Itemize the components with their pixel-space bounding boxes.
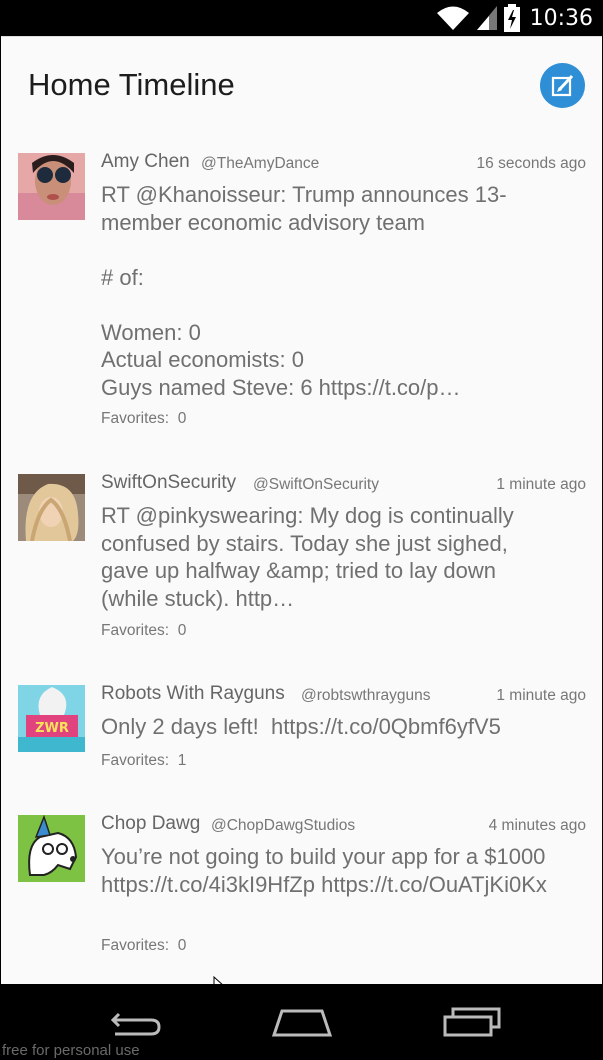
tweet-item[interactable]: SwiftOnSecurity @SwiftOnSecurity 1 minut… <box>1 472 602 652</box>
tweet-text: RT @pinkyswearing: My dog is continually… <box>101 503 520 611</box>
tweet-author-handle[interactable]: @SwiftOnSecurity <box>253 476 379 494</box>
tweet-author-name[interactable]: SwiftOnSecurity <box>101 472 236 494</box>
tweet-timestamp: 16 seconds ago <box>476 155 586 172</box>
recents-icon <box>443 1007 501 1037</box>
status-time: 10:36 <box>529 5 593 31</box>
tweet-timestamp: 1 minute ago <box>496 687 586 704</box>
tweet-favorites: Favorites: 0 <box>101 410 186 428</box>
app-bar: Home Timeline <box>1 37 602 137</box>
nav-back-button[interactable] <box>100 1002 170 1042</box>
back-icon <box>110 1012 161 1036</box>
battery-charging-icon <box>503 4 520 32</box>
nav-recents-button[interactable] <box>436 1002 506 1042</box>
compose-icon <box>551 74 573 96</box>
tweet-item[interactable]: Chop Dawg @ChopDawgStudios 4 minutes ago… <box>1 813 602 973</box>
tweet-header: Amy Chen @TheAmyDance 16 seconds ago <box>101 151 586 177</box>
tweet-item[interactable]: Amy Chen @TheAmyDance 16 seconds ago RT … <box>1 151 602 451</box>
favorites-count: 0 <box>177 937 187 954</box>
favorites-label: Favorites: <box>101 622 170 639</box>
tweet-text: You’re not going to build your app for a… <box>101 844 552 897</box>
tweet-author-name[interactable]: Robots With Rayguns <box>101 683 285 705</box>
home-icon <box>271 1009 333 1037</box>
compose-button[interactable] <box>540 63 585 108</box>
tweet-author-handle[interactable]: @robtswthrayguns <box>301 687 430 705</box>
tweet-favorites: Favorites: 1 <box>101 752 186 770</box>
tweet-header: Robots With Rayguns @robtswthrayguns 1 m… <box>101 683 586 709</box>
favorites-count: 1 <box>177 752 187 769</box>
nav-home-button[interactable] <box>267 1002 337 1042</box>
tweet-favorites: Favorites: 0 <box>101 937 186 955</box>
favorites-label: Favorites: <box>101 752 170 769</box>
tweet-timestamp: 4 minutes ago <box>488 817 586 834</box>
tweet-header: SwiftOnSecurity @SwiftOnSecurity 1 minut… <box>101 472 586 498</box>
favorites-label: Favorites: <box>101 410 170 427</box>
avatar[interactable] <box>18 474 85 541</box>
tweet-author-name[interactable]: Chop Dawg <box>101 813 200 835</box>
favorites-count: 0 <box>177 622 187 639</box>
tweet-header: Chop Dawg @ChopDawgStudios 4 minutes ago <box>101 813 586 839</box>
tweet-timestamp: 1 minute ago <box>496 476 586 493</box>
tweet-item[interactable]: ZWR Robots With Rayguns @robtswthrayguns… <box>1 683 602 783</box>
page-title: Home Timeline <box>28 67 235 102</box>
status-bar: 10:36 <box>0 0 603 36</box>
tweet-author-handle[interactable]: @ChopDawgStudios <box>211 817 355 835</box>
favorites-count: 0 <box>177 410 187 427</box>
tweet-text: Only 2 days left! https://t.co/0Qbmf6yfV… <box>101 714 501 739</box>
status-icons: 10:36 <box>436 3 593 33</box>
wifi-icon <box>436 6 469 30</box>
avatar[interactable]: ZWR <box>18 685 85 752</box>
tweet-author-handle[interactable]: @TheAmyDance <box>201 155 319 173</box>
avatar[interactable] <box>18 815 85 882</box>
svg-text:ZWR: ZWR <box>35 721 69 736</box>
cell-signal-icon <box>476 6 497 30</box>
tweet-author-name[interactable]: Amy Chen <box>101 151 190 173</box>
favorites-label: Favorites: <box>101 937 170 954</box>
avatar[interactable] <box>18 153 85 220</box>
app-screen: Home Timeline Amy Chen @TheAmyDance 16 s… <box>1 36 602 984</box>
tweet-favorites: Favorites: 0 <box>101 622 186 640</box>
watermark-text: free for personal use <box>2 1042 140 1059</box>
tweet-text: RT @Khanoisseur: Trump announces 13-memb… <box>101 182 507 400</box>
